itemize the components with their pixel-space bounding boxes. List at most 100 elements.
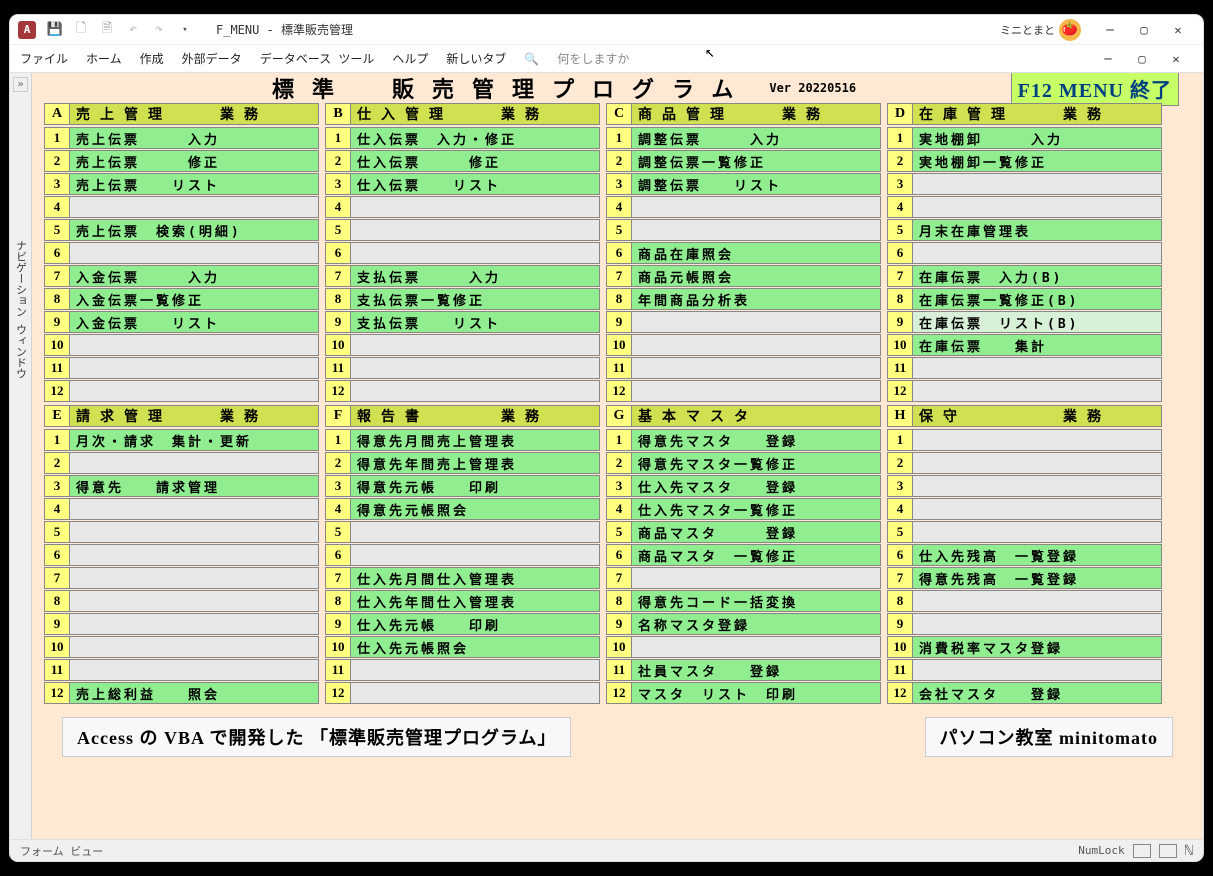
item-key[interactable]: 9 bbox=[606, 311, 632, 333]
item-key[interactable]: 3 bbox=[606, 475, 632, 497]
close-button[interactable]: ✕ bbox=[1161, 16, 1195, 44]
item-key[interactable]: 12 bbox=[44, 682, 70, 704]
item-key[interactable]: 2 bbox=[325, 452, 351, 474]
menu-button[interactable]: 消費税率マスタ登録 bbox=[913, 636, 1162, 658]
menu-button[interactable]: マスタ リスト 印刷 bbox=[632, 682, 881, 704]
item-key[interactable]: 6 bbox=[606, 242, 632, 264]
item-key[interactable]: 8 bbox=[44, 288, 70, 310]
item-key[interactable]: 3 bbox=[325, 475, 351, 497]
tab-dbtools[interactable]: データベース ツール bbox=[260, 50, 375, 67]
item-key[interactable]: 2 bbox=[606, 150, 632, 172]
menu-button[interactable]: 売上伝票 入力 bbox=[70, 127, 319, 149]
user-name[interactable]: ミニとまと bbox=[1000, 22, 1055, 38]
item-key[interactable]: 2 bbox=[887, 150, 913, 172]
item-key[interactable]: 5 bbox=[887, 219, 913, 241]
menu-button[interactable]: 得意先コード一括変換 bbox=[632, 590, 881, 612]
section-key-D[interactable]: D bbox=[887, 103, 913, 125]
sub-maximize-button[interactable]: ▢ bbox=[1125, 45, 1159, 73]
item-key[interactable]: 4 bbox=[325, 196, 351, 218]
item-key[interactable]: 4 bbox=[606, 498, 632, 520]
menu-button[interactable]: 仕入先マスタ一覧修正 bbox=[632, 498, 881, 520]
export-icon[interactable]: 🗎 bbox=[96, 19, 118, 41]
item-key[interactable]: 11 bbox=[44, 659, 70, 681]
item-key[interactable]: 7 bbox=[325, 265, 351, 287]
menu-button[interactable]: 得意先年間売上管理表 bbox=[351, 452, 600, 474]
item-key[interactable]: 9 bbox=[606, 613, 632, 635]
tab-file[interactable]: ファイル bbox=[20, 50, 68, 67]
qat-dropdown-icon[interactable]: ▾ bbox=[174, 19, 196, 41]
save-icon-2[interactable]: 🗋 bbox=[70, 19, 92, 41]
item-key[interactable]: 1 bbox=[325, 429, 351, 451]
menu-button[interactable]: 在庫伝票 集計 bbox=[913, 334, 1162, 356]
design-view-icon[interactable]: ℕ bbox=[1185, 843, 1193, 859]
menu-button[interactable]: 売上伝票 リスト bbox=[70, 173, 319, 195]
sub-minimize-button[interactable]: ─ bbox=[1091, 45, 1125, 73]
section-key-H[interactable]: H bbox=[887, 405, 913, 427]
menu-button[interactable]: 会社マスタ 登録 bbox=[913, 682, 1162, 704]
item-key[interactable]: 1 bbox=[44, 429, 70, 451]
item-key[interactable]: 2 bbox=[44, 150, 70, 172]
menu-button[interactable]: 実地棚卸一覧修正 bbox=[913, 150, 1162, 172]
item-key[interactable]: 12 bbox=[325, 682, 351, 704]
tab-home[interactable]: ホーム bbox=[86, 50, 122, 67]
menu-button[interactable]: 得意先元帳 印刷 bbox=[351, 475, 600, 497]
search-icon[interactable]: 🔍 bbox=[524, 52, 539, 66]
menu-button[interactable]: 年間商品分析表 bbox=[632, 288, 881, 310]
menu-button[interactable]: 売上伝票 検索(明細) bbox=[70, 219, 319, 241]
item-key[interactable]: 10 bbox=[606, 636, 632, 658]
item-key[interactable]: 8 bbox=[606, 288, 632, 310]
item-key[interactable]: 1 bbox=[606, 429, 632, 451]
tab-new[interactable]: 新しいタブ bbox=[446, 50, 506, 67]
item-key[interactable]: 5 bbox=[44, 219, 70, 241]
item-key[interactable]: 9 bbox=[325, 311, 351, 333]
item-key[interactable]: 1 bbox=[606, 127, 632, 149]
menu-button[interactable]: 実地棚卸 入力 bbox=[913, 127, 1162, 149]
item-key[interactable]: 11 bbox=[606, 659, 632, 681]
redo-icon[interactable]: ↷ bbox=[148, 19, 170, 41]
menu-button[interactable]: 仕入先月間仕入管理表 bbox=[351, 567, 600, 589]
section-key-E[interactable]: E bbox=[44, 405, 70, 427]
item-key[interactable]: 3 bbox=[44, 173, 70, 195]
menu-button[interactable]: 売上総利益 照会 bbox=[70, 682, 319, 704]
section-key-B[interactable]: B bbox=[325, 103, 351, 125]
datasheet-view-icon[interactable] bbox=[1159, 844, 1177, 858]
item-key[interactable]: 9 bbox=[325, 613, 351, 635]
item-key[interactable]: 9 bbox=[887, 613, 913, 635]
menu-button[interactable]: 調整伝票 入力 bbox=[632, 127, 881, 149]
item-key[interactable]: 5 bbox=[325, 521, 351, 543]
menu-button[interactable]: 名称マスタ登録 bbox=[632, 613, 881, 635]
item-key[interactable]: 6 bbox=[887, 242, 913, 264]
menu-button[interactable]: 在庫伝票 リスト(B) bbox=[913, 311, 1162, 333]
menu-button[interactable]: 支払伝票 リスト bbox=[351, 311, 600, 333]
item-key[interactable]: 4 bbox=[44, 196, 70, 218]
item-key[interactable]: 7 bbox=[887, 265, 913, 287]
item-key[interactable]: 7 bbox=[606, 265, 632, 287]
menu-button[interactable]: 仕入先マスタ 登録 bbox=[632, 475, 881, 497]
item-key[interactable]: 10 bbox=[606, 334, 632, 356]
item-key[interactable]: 11 bbox=[887, 659, 913, 681]
item-key[interactable]: 6 bbox=[887, 544, 913, 566]
item-key[interactable]: 2 bbox=[325, 150, 351, 172]
menu-button[interactable]: 入金伝票一覧修正 bbox=[70, 288, 319, 310]
section-key-A[interactable]: A bbox=[44, 103, 70, 125]
item-key[interactable]: 3 bbox=[887, 173, 913, 195]
item-key[interactable]: 11 bbox=[606, 357, 632, 379]
item-key[interactable]: 8 bbox=[887, 288, 913, 310]
nav-pane[interactable]: » ナビゲーション ウィンドウ bbox=[10, 73, 32, 853]
item-key[interactable]: 10 bbox=[887, 334, 913, 356]
menu-button[interactable]: 得意先 請求管理 bbox=[70, 475, 319, 497]
item-key[interactable]: 12 bbox=[325, 380, 351, 402]
item-key[interactable]: 5 bbox=[887, 521, 913, 543]
item-key[interactable]: 2 bbox=[606, 452, 632, 474]
item-key[interactable]: 8 bbox=[887, 590, 913, 612]
item-key[interactable]: 12 bbox=[606, 682, 632, 704]
menu-button[interactable]: 在庫伝票 入力(B) bbox=[913, 265, 1162, 287]
menu-button[interactable]: 月次・請求 集計・更新 bbox=[70, 429, 319, 451]
menu-button[interactable]: 売上伝票 修正 bbox=[70, 150, 319, 172]
tab-create[interactable]: 作成 bbox=[140, 50, 164, 67]
menu-button[interactable]: 仕入先年間仕入管理表 bbox=[351, 590, 600, 612]
menu-button[interactable]: 支払伝票 入力 bbox=[351, 265, 600, 287]
menu-button[interactable]: 商品マスタ 一覧修正 bbox=[632, 544, 881, 566]
menu-button[interactable]: 得意先元帳照会 bbox=[351, 498, 600, 520]
section-key-C[interactable]: C bbox=[606, 103, 632, 125]
